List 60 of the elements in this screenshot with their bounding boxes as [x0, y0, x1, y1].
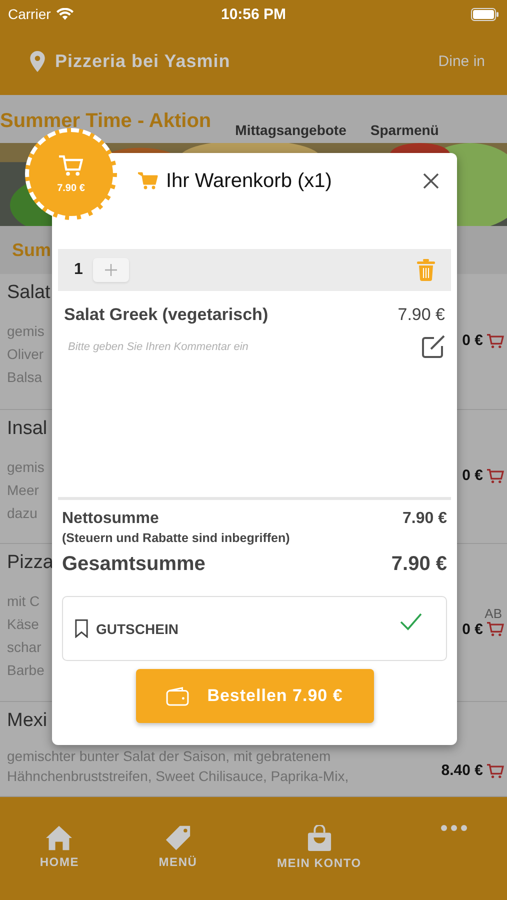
- dish-description: mit C: [7, 592, 41, 611]
- dish-description: Barbe: [7, 661, 46, 680]
- bookmark-icon: [75, 619, 88, 638]
- more-icon: [441, 825, 468, 831]
- dish-description: gemis: [7, 322, 46, 341]
- increase-button[interactable]: [92, 258, 129, 282]
- order-button[interactable]: Bestellen 7.90 €: [136, 669, 374, 723]
- plus-icon: [104, 264, 117, 276]
- dish-description: gemis: [7, 458, 46, 477]
- dish-description: gemischter bunter Salat der Saison, mit gebratenem: [7, 747, 332, 766]
- category-tab[interactable]: Mittagsangebote: [235, 122, 346, 143]
- category-tab[interactable]: Sparmenü: [370, 122, 439, 143]
- location-pin-icon: [30, 51, 45, 72]
- wallet-icon: [166, 686, 190, 706]
- nav-tab[interactable]: HOME: [36, 825, 84, 869]
- cart-icon[interactable]: [486, 762, 504, 778]
- close-icon: [423, 173, 439, 189]
- dish-description: Käse: [7, 615, 40, 634]
- cart-icon: [59, 154, 83, 176]
- dish-description: Oliver: [7, 345, 45, 364]
- grand-total-value: 7.90 €: [391, 553, 447, 576]
- status-time: 10:56 PM: [220, 6, 286, 22]
- shopping-bag-icon: [306, 825, 332, 852]
- dish-description: schar: [7, 638, 42, 657]
- restaurant-name: Pizzeria bei Yasmin: [55, 51, 230, 72]
- dish-title: Mexi: [7, 710, 48, 732]
- cart-icon[interactable]: [486, 621, 504, 637]
- edit-icon[interactable]: [421, 335, 445, 359]
- wifi-icon: [56, 8, 74, 20]
- net-total-value: 7.90 €: [402, 510, 447, 528]
- net-total-label: Nettosumme: [62, 510, 159, 528]
- nav-tab[interactable]: MENÜ: [154, 825, 202, 869]
- grand-total-label: Gesamtsumme: [62, 553, 206, 576]
- cart-icon: [138, 172, 158, 190]
- dish-description: dazu: [7, 504, 38, 523]
- coupon-button[interactable]: GUTSCHEIN: [62, 596, 447, 661]
- cart-icon[interactable]: [486, 468, 504, 484]
- dine-in-link[interactable]: Dine in: [438, 53, 485, 70]
- dish-title: Insal: [7, 418, 48, 440]
- dish-price: 0 €: [462, 467, 483, 484]
- dish-description: Hähnchenbruststreifen, Sweet Chilisauce, Paprika-Mix,: [7, 767, 349, 786]
- trash-icon[interactable]: [417, 259, 435, 281]
- nav-tab[interactable]: MEIN KONTO: [272, 825, 366, 870]
- tag-icon: [165, 825, 191, 851]
- carrier-name: Carrier: [8, 6, 51, 22]
- cart-icon[interactable]: [486, 332, 504, 348]
- home-icon: [45, 825, 74, 851]
- dish-price: 0 €: [462, 620, 483, 638]
- dish-description: Meer: [7, 481, 40, 500]
- dish-price: 0 €: [462, 332, 483, 349]
- dish-title: Pizza: [7, 552, 54, 574]
- cart-title: Ihr Warenkorb (x1): [166, 170, 332, 192]
- battery-icon: [471, 8, 499, 20]
- dish-description: Balsa: [7, 368, 44, 387]
- tax-note: (Steuern und Rabatte sind inbegriffen): [62, 531, 291, 545]
- dish-price: 8.40 €: [441, 762, 483, 779]
- cart-item-name: Salat Greek (vegetarisch): [64, 305, 268, 325]
- dish-title: Salat: [7, 282, 50, 304]
- cart-item-price: 7.90 €: [398, 305, 445, 325]
- price-prefix: AB: [484, 606, 502, 620]
